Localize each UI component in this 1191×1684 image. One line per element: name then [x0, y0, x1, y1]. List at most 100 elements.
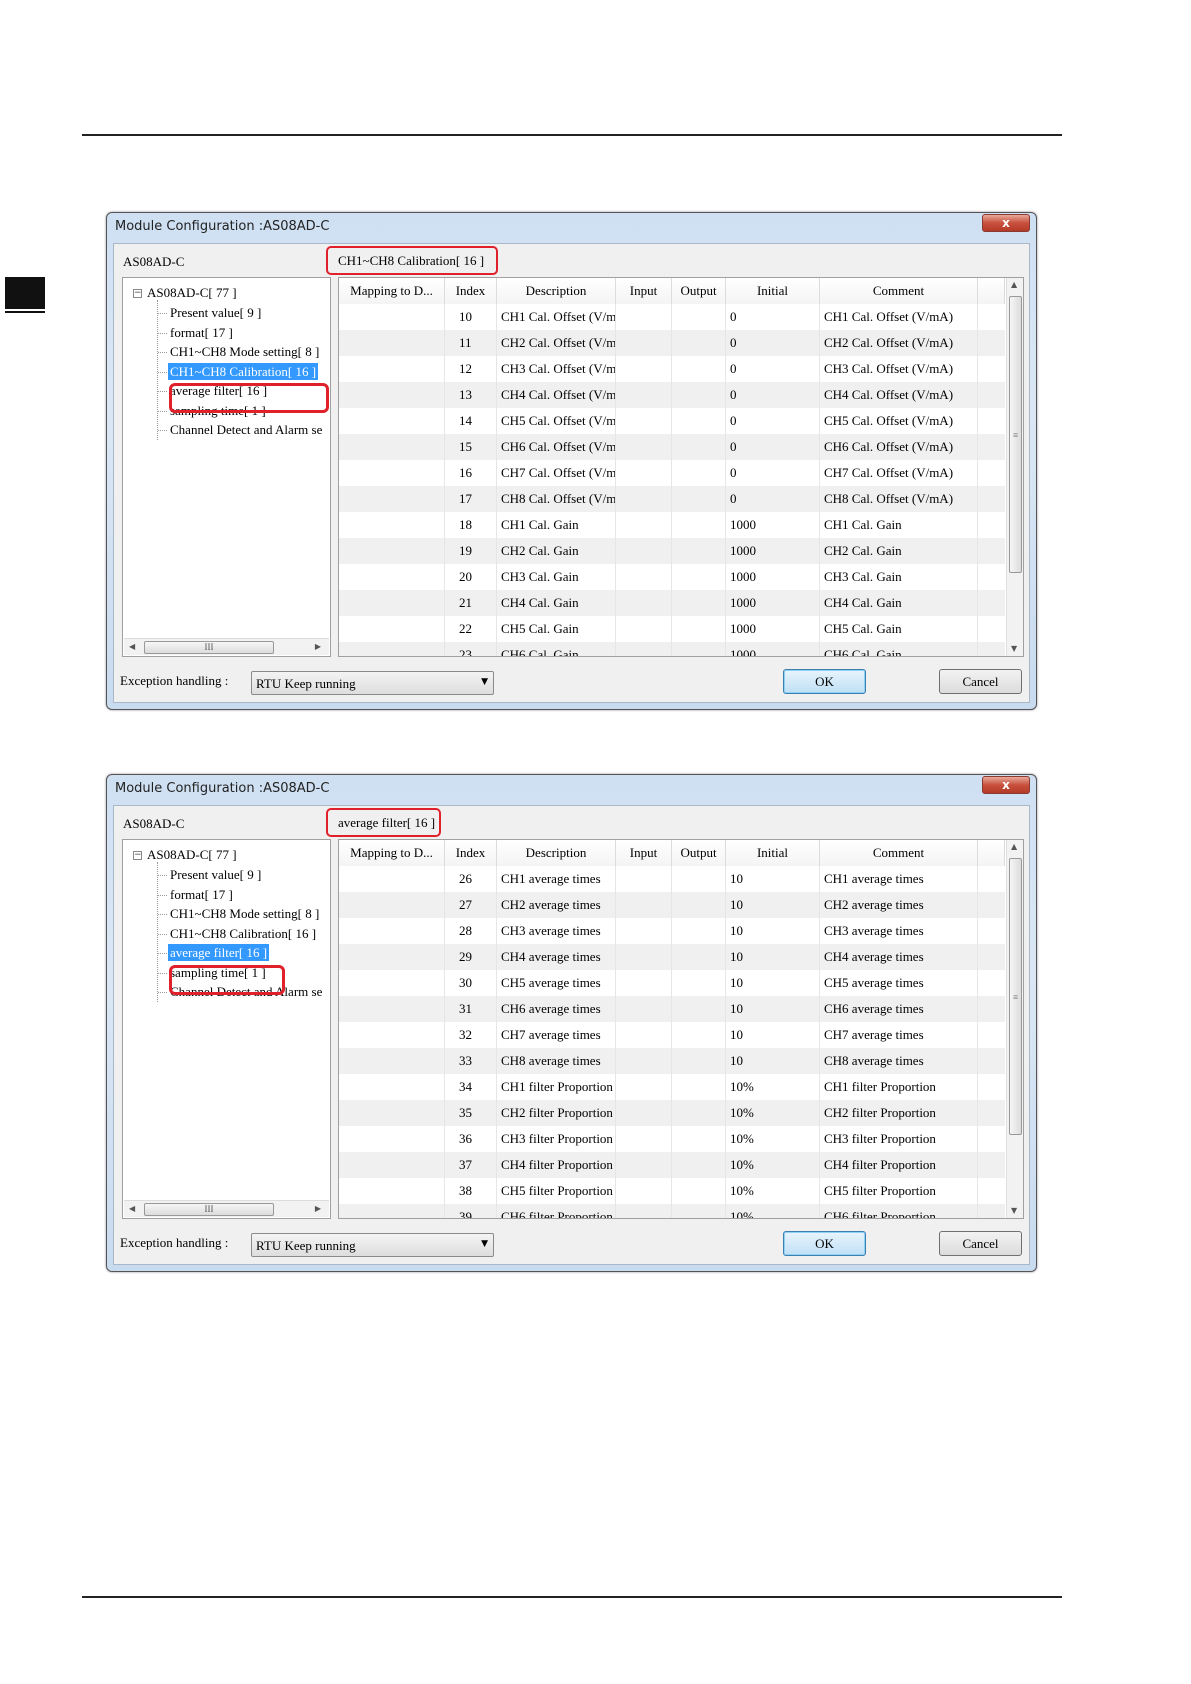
- cell-comment[interactable]: CH3 Cal. Gain: [820, 564, 978, 590]
- cell-index[interactable]: 33: [445, 1048, 497, 1074]
- cell-input[interactable]: [616, 564, 672, 590]
- table-row[interactable]: 12CH3 Cal. Offset (V/mA)0CH3 Cal. Offset…: [339, 356, 1005, 382]
- cell-initial[interactable]: 0: [726, 330, 820, 356]
- exception-handling-select[interactable]: RTU Keep running ▼: [251, 671, 494, 695]
- table-row[interactable]: 22 CH5 Cal. Gain 1000 CH5 Cal. Gain: [339, 616, 1005, 642]
- cell-comment[interactable]: CH1 filter Proportion: [820, 1074, 978, 1100]
- cell-index[interactable]: 38: [445, 1178, 497, 1204]
- cell-index[interactable]: 19: [445, 538, 497, 564]
- cell-comment[interactable]: CH6 Cal. Gain: [820, 642, 978, 656]
- column-header[interactable]: Index: [445, 278, 497, 304]
- cell-index[interactable]: 37: [445, 1152, 497, 1178]
- cell-output[interactable]: [672, 892, 726, 918]
- cell-index[interactable]: 15: [445, 434, 497, 460]
- cell-comment[interactable]: CH4 Cal. Gain: [820, 590, 978, 616]
- column-header[interactable]: Output: [672, 278, 726, 304]
- cell-output[interactable]: [672, 1178, 726, 1204]
- tree-item[interactable]: CH1~CH8 Calibration[ 16 ]: [170, 925, 316, 942]
- table-row[interactable]: 35 CH2 filter Proportion 10% CH2 filter Pro…: [339, 1100, 1005, 1126]
- cell-input[interactable]: [616, 944, 672, 970]
- table-row[interactable]: 37 CH4 filter Proportion 10% CH4 filter Pro…: [339, 1152, 1005, 1178]
- cell-initial[interactable]: 0: [726, 304, 820, 330]
- cell-comment[interactable]: CH7 average times: [820, 1022, 978, 1048]
- tree-item[interactable]: CH1~CH8 Calibration[ 16 ]: [166, 361, 320, 381]
- cell-input[interactable]: [616, 1204, 672, 1218]
- tree-item[interactable]: CH1~CH8 Mode setting[ 8 ]: [170, 343, 319, 360]
- cell-mapping[interactable]: [339, 434, 445, 460]
- cell-description[interactable]: CH2 filter Proportion: [497, 1100, 616, 1126]
- cell-output[interactable]: [672, 918, 726, 944]
- cell-initial[interactable]: 10%: [726, 1100, 820, 1126]
- cell-mapping[interactable]: [339, 944, 445, 970]
- scroll-down-icon[interactable]: ▼: [1011, 1206, 1017, 1215]
- cell-description[interactable]: CH6 filter Proportion: [497, 1204, 616, 1218]
- cell-mapping[interactable]: [339, 408, 445, 434]
- cell-mapping[interactable]: [339, 512, 445, 538]
- column-header[interactable]: Mapping to D...: [339, 840, 445, 866]
- cell-index[interactable]: 32: [445, 1022, 497, 1048]
- table-row[interactable]: 13CH4 Cal. Offset (V/mA)0CH4 Cal. Offset…: [339, 382, 1005, 408]
- cell-initial[interactable]: 0: [726, 408, 820, 434]
- table-row[interactable]: 18 CH1 Cal. Gain 1000 CH1 Cal. Gain: [339, 512, 1005, 538]
- cell-index[interactable]: 36: [445, 1126, 497, 1152]
- cell-description[interactable]: CH8 Cal. Offset (V/mA): [497, 486, 616, 512]
- cell-output[interactable]: [672, 1204, 726, 1218]
- cell-comment[interactable]: CH6 average times: [820, 996, 978, 1022]
- cell-comment[interactable]: CH5 average times: [820, 970, 978, 996]
- cell-initial[interactable]: 10%: [726, 1178, 820, 1204]
- cell-index[interactable]: 30: [445, 970, 497, 996]
- cell-comment[interactable]: CH7 Cal. Offset (V/mA): [820, 460, 978, 486]
- cell-description[interactable]: CH3 average times: [497, 918, 616, 944]
- cell-output[interactable]: [672, 356, 726, 382]
- cell-output[interactable]: [672, 1100, 726, 1126]
- cell-description[interactable]: CH3 Cal. Offset (V/mA): [497, 356, 616, 382]
- cell-initial[interactable]: 1000: [726, 590, 820, 616]
- cell-output[interactable]: [672, 616, 726, 642]
- table-row[interactable]: 30 CH5 average times 10 CH5 average times: [339, 970, 1005, 996]
- table-row[interactable]: 31 CH6 average times 10 CH6 average times: [339, 996, 1005, 1022]
- cell-description[interactable]: CH5 Cal. Gain: [497, 616, 616, 642]
- column-header[interactable]: Input: [616, 278, 672, 304]
- cell-mapping[interactable]: [339, 564, 445, 590]
- column-header[interactable]: Comment: [820, 840, 978, 866]
- cell-initial[interactable]: 0: [726, 434, 820, 460]
- cell-input[interactable]: [616, 996, 672, 1022]
- cell-comment[interactable]: CH5 filter Proportion: [820, 1178, 978, 1204]
- cell-initial[interactable]: 0: [726, 356, 820, 382]
- cell-input[interactable]: [616, 304, 672, 330]
- cell-output[interactable]: [672, 1152, 726, 1178]
- cell-description[interactable]: CH3 Cal. Gain: [497, 564, 616, 590]
- cell-output[interactable]: [672, 512, 726, 538]
- cell-output[interactable]: [672, 330, 726, 356]
- cell-input[interactable]: [616, 408, 672, 434]
- cell-mapping[interactable]: [339, 996, 445, 1022]
- cell-mapping[interactable]: [339, 304, 445, 330]
- cell-description[interactable]: CH1 average times: [497, 866, 616, 892]
- cell-mapping[interactable]: [339, 642, 445, 656]
- cell-description[interactable]: CH8 average times: [497, 1048, 616, 1074]
- table-row[interactable]: 17CH8 Cal. Offset (V/mA)0CH8 Cal. Offset…: [339, 486, 1005, 512]
- cell-mapping[interactable]: [339, 590, 445, 616]
- cell-output[interactable]: [672, 866, 726, 892]
- cell-input[interactable]: [616, 1074, 672, 1100]
- cell-initial[interactable]: 10: [726, 918, 820, 944]
- cell-comment[interactable]: CH1 Cal. Gain: [820, 512, 978, 538]
- cell-description[interactable]: CH5 filter Proportion: [497, 1178, 616, 1204]
- cell-input[interactable]: [616, 590, 672, 616]
- cell-output[interactable]: [672, 590, 726, 616]
- cell-description[interactable]: CH2 Cal. Offset (V/mA): [497, 330, 616, 356]
- cell-mapping[interactable]: [339, 1048, 445, 1074]
- table-row[interactable]: 38 CH5 filter Proportion 10% CH5 filter Pro…: [339, 1178, 1005, 1204]
- cell-initial[interactable]: 0: [726, 486, 820, 512]
- cell-index[interactable]: 27: [445, 892, 497, 918]
- cell-mapping[interactable]: [339, 1178, 445, 1204]
- scroll-left-icon[interactable]: ◀: [129, 1204, 135, 1213]
- cell-initial[interactable]: 0: [726, 382, 820, 408]
- cell-input[interactable]: [616, 356, 672, 382]
- cell-description[interactable]: CH1 Cal. Gain: [497, 512, 616, 538]
- table-row[interactable]: 14CH5 Cal. Offset (V/mA)0CH5 Cal. Offset…: [339, 408, 1005, 434]
- cell-output[interactable]: [672, 304, 726, 330]
- cell-initial[interactable]: 10: [726, 866, 820, 892]
- tree-item[interactable]: average filter[ 16 ]: [166, 943, 271, 962]
- cell-description[interactable]: CH7 average times: [497, 1022, 616, 1048]
